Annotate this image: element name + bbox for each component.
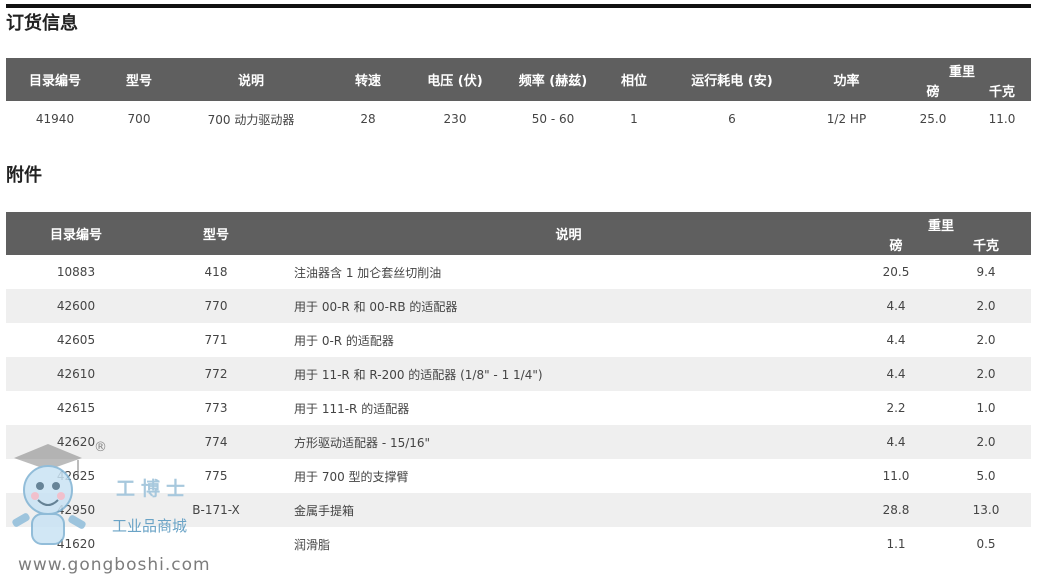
- col-header-speed: 转速: [328, 58, 408, 101]
- order-header-row: 目录编号 型号 说明 转速 电压 (伏) 频率 (赫兹) 相位 运行耗电 (安)…: [6, 58, 1032, 101]
- cell-catalog: 41940: [35, 112, 75, 126]
- cell-catalog: 41620: [56, 537, 96, 551]
- col-header-phase: 相位: [604, 58, 664, 101]
- cell-catalog: 42625: [56, 469, 96, 483]
- cell-current: 6: [728, 112, 736, 126]
- table-row: 42600 770 用于 00-R 和 00-RB 的适配器 4.4 2.0: [6, 289, 1032, 323]
- cell-phase: 1: [630, 112, 638, 126]
- order-info-title: 订货信息: [6, 13, 78, 34]
- cell-catalog: 42610: [6, 357, 146, 391]
- cell-weight-lb: 1.1: [886, 537, 906, 551]
- col-header-kg: 千克: [973, 80, 1032, 101]
- cell-model: 770: [146, 289, 286, 323]
- cell-power: 1/2 HP: [826, 112, 867, 126]
- col-header-description: 说明: [174, 58, 328, 101]
- col-header-frequency: 频率 (赫兹): [502, 58, 604, 101]
- cell-weight-kg: 2.0: [941, 425, 1032, 459]
- cell-model: 772: [146, 357, 286, 391]
- cell-description: 方形驱动适配器 - 15/16": [286, 425, 851, 459]
- col-header-power: 功率: [800, 58, 893, 101]
- col-header-description: 说明: [286, 212, 851, 255]
- cell-weight-lb: 2.2: [886, 401, 906, 415]
- col-header-model: 型号: [146, 212, 286, 255]
- cell-description: 用于 00-R 和 00-RB 的适配器: [286, 289, 851, 323]
- cell-description: 700 动力驱动器: [207, 112, 295, 127]
- col-header-weight: 重里: [893, 58, 1032, 80]
- cell-description: 注油器含 1 加仑套丝切削油: [294, 265, 442, 280]
- cell-catalog: 42605: [56, 333, 96, 347]
- table-row: 42620 774 方形驱动适配器 - 15/16" 4.4 2.0: [6, 425, 1032, 459]
- cell-weight-lb: 4.4: [851, 289, 941, 323]
- cell-weight-kg: 9.4: [976, 265, 996, 279]
- cell-catalog: 42600: [6, 289, 146, 323]
- col-header-voltage: 电压 (伏): [408, 58, 502, 101]
- cell-model: 773: [204, 401, 228, 415]
- table-row: 42610 772 用于 11-R 和 R-200 的适配器 (1/8" - 1…: [6, 357, 1032, 391]
- table-row: 41940 700 700 动力驱动器 28 230 50 - 60 1 6 1…: [6, 101, 1031, 137]
- cell-catalog: 42620: [6, 425, 146, 459]
- cell-model: 771: [204, 333, 228, 347]
- cell-model: 700: [127, 112, 151, 126]
- cell-frequency: 50 - 60: [531, 112, 575, 126]
- cell-weight-lb: 4.4: [851, 425, 941, 459]
- cell-voltage: 230: [443, 112, 467, 126]
- table-row: 42950 B-171-X 金属手提箱 28.8 13.0: [6, 493, 1032, 527]
- col-header-weight: 重里: [851, 212, 1032, 234]
- cell-description: 用于 0-R 的适配器: [294, 333, 394, 348]
- col-header-catalog: 目录编号: [6, 58, 104, 101]
- cell-catalog: 42950: [6, 493, 146, 527]
- cell-model: 418: [204, 265, 228, 279]
- cell-model: 774: [146, 425, 286, 459]
- cell-weight-kg: 2.0: [941, 357, 1032, 391]
- cell-weight-kg: 11.0: [988, 112, 1016, 126]
- cell-speed: 28: [360, 112, 376, 126]
- table-row: 10883 418 注油器含 1 加仑套丝切削油 20.5 9.4: [6, 255, 1031, 289]
- top-divider-bar: [6, 4, 1031, 8]
- cell-description: 用于 11-R 和 R-200 的适配器 (1/8" - 1 1/4"): [286, 357, 851, 391]
- cell-model: [146, 527, 286, 561]
- col-header-model: 型号: [104, 58, 174, 101]
- cell-weight-lb: 11.0: [882, 469, 910, 483]
- cell-weight-kg: 0.5: [976, 537, 996, 551]
- cell-description: 用于 111-R 的适配器: [294, 401, 410, 416]
- cell-description: 用于 700 型的支撑臂: [294, 469, 409, 484]
- cell-catalog: 42615: [56, 401, 96, 415]
- col-header-kg: 千克: [941, 234, 1032, 255]
- cell-weight-lb: 20.5: [882, 265, 910, 279]
- cell-weight-kg: 2.0: [941, 289, 1032, 323]
- col-header-lb: 磅: [851, 234, 941, 255]
- cell-catalog: 10883: [56, 265, 96, 279]
- order-info-table: 目录编号 型号 说明 转速 电压 (伏) 频率 (赫兹) 相位 运行耗电 (安)…: [6, 58, 1032, 137]
- cell-weight-kg: 5.0: [976, 469, 996, 483]
- cell-description: 润滑脂: [294, 537, 331, 552]
- cell-weight-lb: 28.8: [851, 493, 941, 527]
- cell-weight-kg: 13.0: [941, 493, 1032, 527]
- table-row: 41620 润滑脂 1.1 0.5: [6, 527, 1031, 561]
- col-header-lb: 磅: [893, 80, 973, 101]
- cell-model: B-171-X: [146, 493, 286, 527]
- accessories-table: 目录编号 型号 说明 重里 磅 千克 10883 418 注油器含 1 加仑套丝…: [6, 212, 1032, 561]
- cell-weight-kg: 2.0: [976, 333, 996, 347]
- col-header-catalog: 目录编号: [6, 212, 146, 255]
- cell-weight-lb: 4.4: [886, 333, 906, 347]
- table-row: 42615 773 用于 111-R 的适配器 2.2 1.0: [6, 391, 1031, 425]
- table-row: 42605 771 用于 0-R 的适配器 4.4 2.0: [6, 323, 1031, 357]
- accessories-title: 附件: [6, 165, 42, 186]
- cell-weight-kg: 1.0: [976, 401, 996, 415]
- cell-weight-lb: 25.0: [919, 112, 947, 126]
- accessories-header-row: 目录编号 型号 说明 重里: [6, 212, 1032, 255]
- col-header-current: 运行耗电 (安): [664, 58, 800, 101]
- cell-description: 金属手提箱: [286, 493, 851, 527]
- cell-model: 775: [204, 469, 228, 483]
- cell-weight-lb: 4.4: [851, 357, 941, 391]
- table-row: 42625 775 用于 700 型的支撑臂 11.0 5.0: [6, 459, 1031, 493]
